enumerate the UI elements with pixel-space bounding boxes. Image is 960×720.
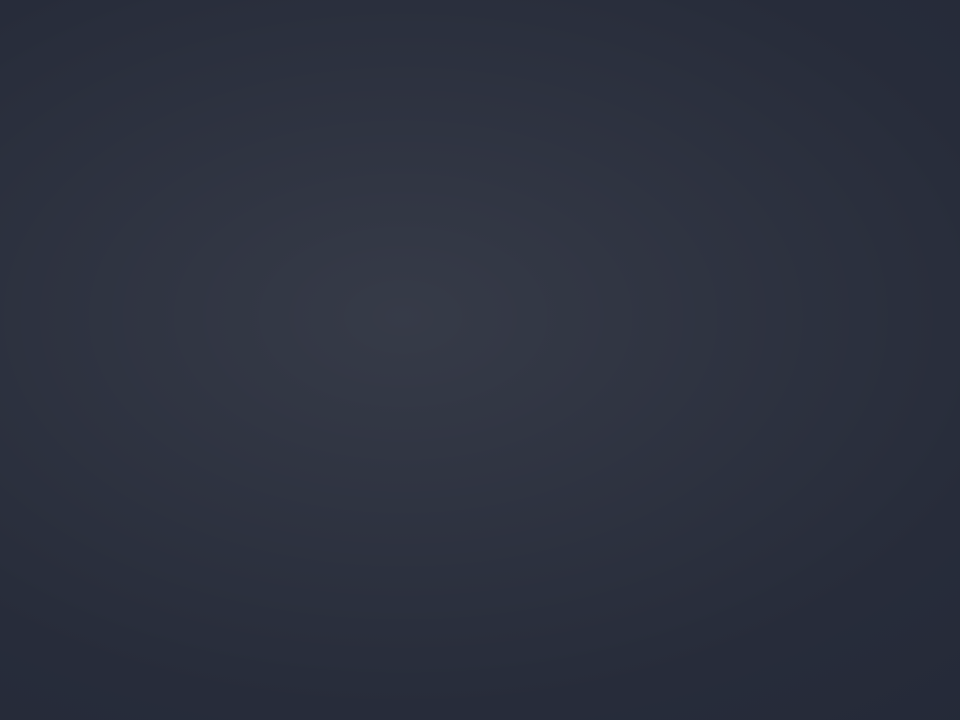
monitor-photo: V VAUX-COM 120309a- Measuring Blocks> 20… [0,0,960,720]
photo-vignette [0,0,960,720]
